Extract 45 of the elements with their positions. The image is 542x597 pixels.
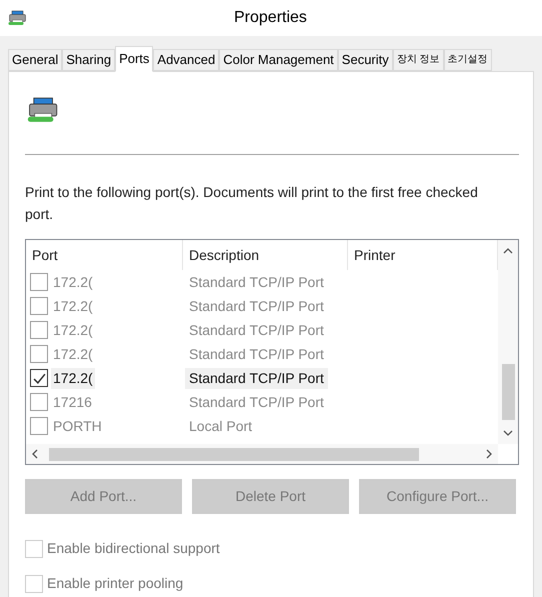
vertical-scrollbar[interactable] (498, 240, 518, 444)
scroll-down-icon[interactable] (503, 430, 513, 436)
tab[interactable]: Advanced (153, 49, 220, 71)
port-name: 172.2( (52, 344, 94, 364)
checkbox[interactable] (30, 393, 48, 411)
port-description: Standard TCP/IP Port (188, 320, 325, 340)
port-description: Local Port (188, 416, 254, 436)
tab[interactable]: General (8, 49, 62, 71)
option-label: Enable printer pooling (47, 574, 184, 593)
port-name: 172.2( (52, 296, 94, 316)
printer-icon (8, 9, 28, 27)
port-name: PORTH (52, 416, 103, 436)
tab[interactable]: Security (338, 49, 393, 71)
port-name: 172.2( (52, 272, 94, 292)
checkbox[interactable] (30, 273, 48, 291)
tab[interactable]: Sharing (62, 49, 116, 71)
window-title: Properties (233, 8, 307, 28)
scroll-up-icon[interactable] (503, 248, 513, 254)
checkbox[interactable] (30, 369, 48, 387)
port-description: Standard TCP/IP Port (188, 272, 325, 292)
instructions-text: Print to the following port(s). Documents will print to the first free checked port. (25, 183, 479, 224)
horizontal-scrollbar[interactable] (26, 444, 498, 464)
tab[interactable]: Ports (115, 46, 154, 72)
port-name: 172.2( (52, 320, 94, 340)
port-description: Standard TCP/IP Port (188, 344, 325, 364)
checkbox[interactable] (30, 321, 48, 339)
scroll-thumb[interactable] (49, 448, 419, 460)
scroll-left-icon[interactable] (32, 449, 38, 459)
column-header[interactable]: Port (26, 240, 183, 270)
option-label: Enable bidirectional support (47, 539, 220, 558)
scroll-thumb[interactable] (502, 364, 514, 420)
tab[interactable]: Color Management (219, 49, 338, 71)
port-description: Standard TCP/IP Port (185, 368, 328, 388)
column-header[interactable]: Description (183, 240, 348, 270)
port-name: 17216 (52, 392, 93, 412)
checkbox[interactable] (30, 297, 48, 315)
tab[interactable]: 장치 정보 (392, 49, 444, 71)
port-description: Standard TCP/IP Port (188, 392, 325, 412)
port-description: Standard TCP/IP Port (188, 296, 325, 316)
scroll-right-icon[interactable] (486, 449, 492, 459)
checkbox[interactable] (30, 417, 48, 435)
port-name: 172.2( (51, 368, 95, 388)
checkbox[interactable] (30, 345, 48, 363)
tab[interactable]: 초기설정 (444, 49, 492, 71)
check-icon (32, 372, 46, 384)
